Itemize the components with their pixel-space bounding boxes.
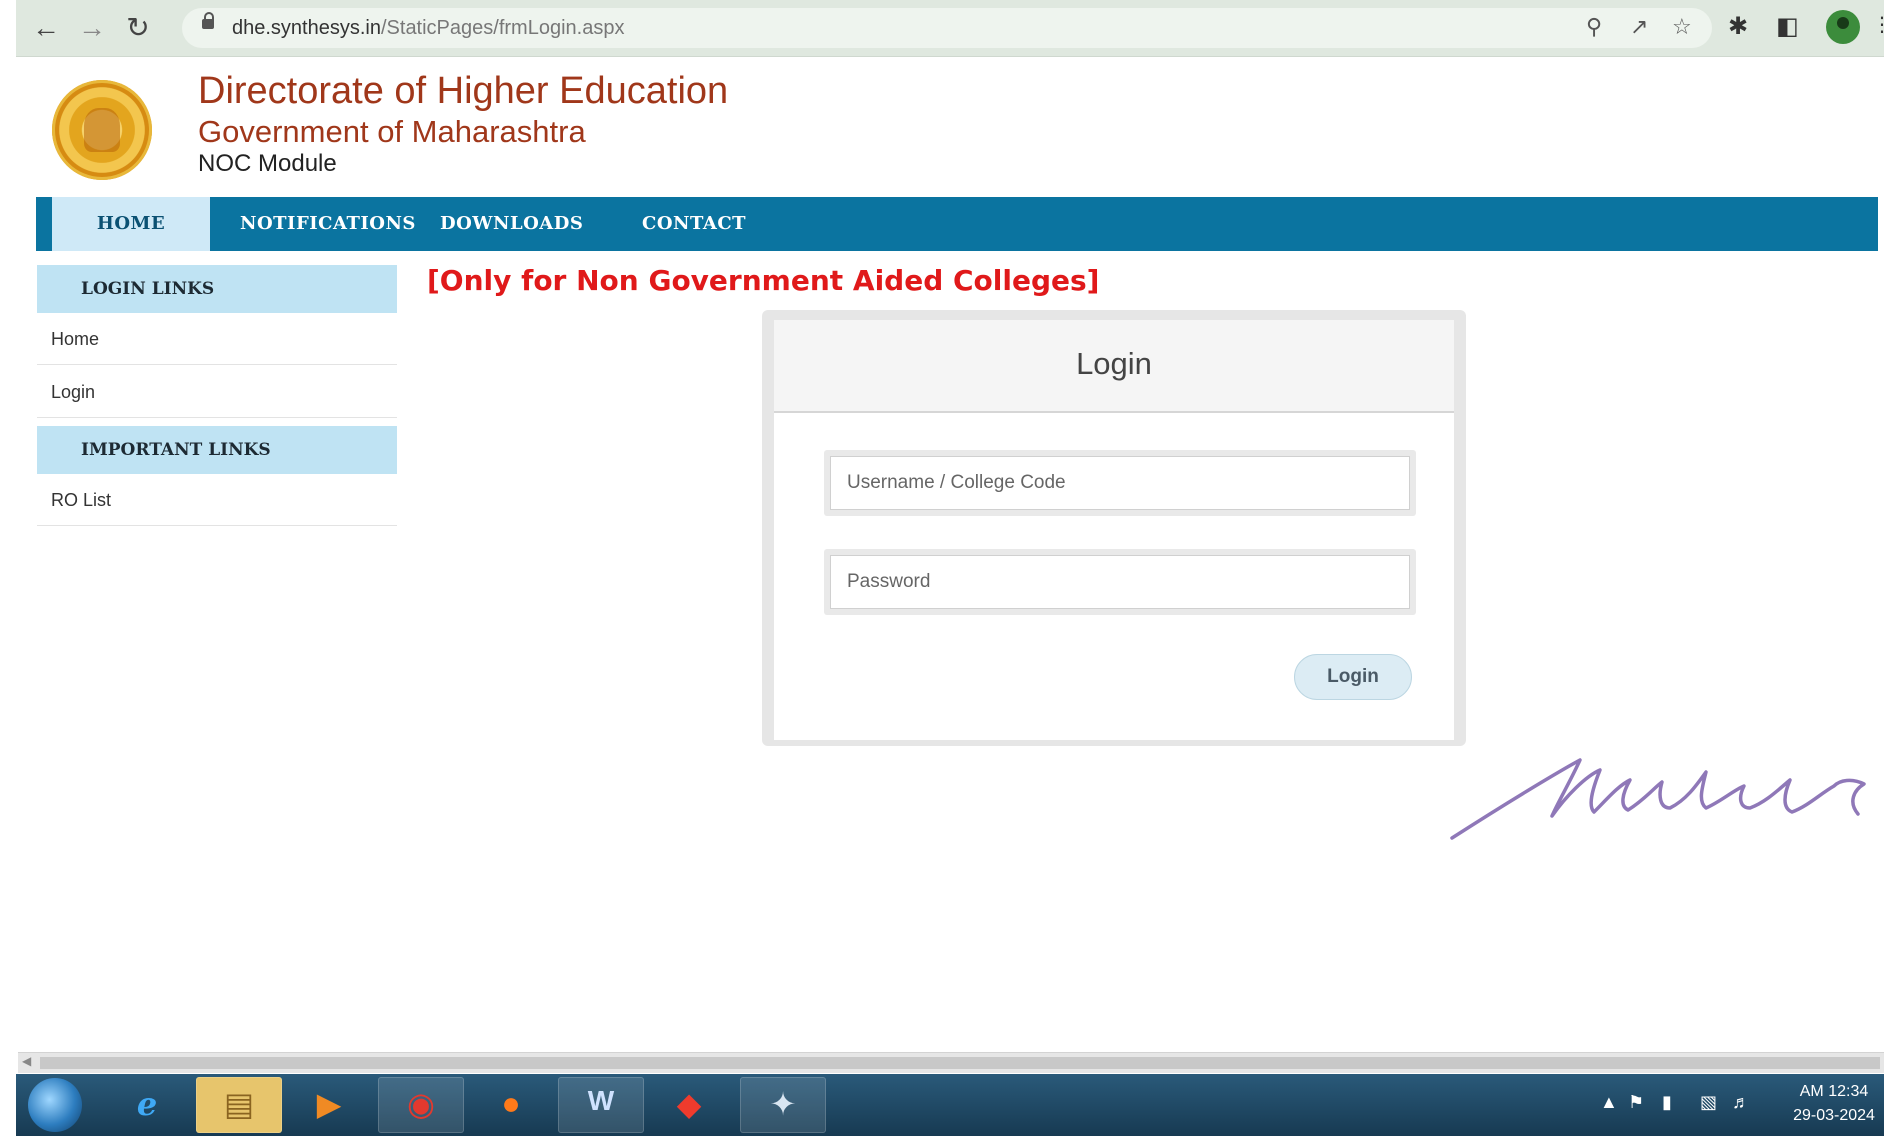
sidebar-link-home[interactable]: Home — [37, 313, 397, 365]
sidebar-link-login[interactable]: Login — [37, 366, 397, 418]
side-panel-icon[interactable]: ◧ — [1776, 12, 1799, 41]
volume-icon[interactable]: ♬ — [1732, 1092, 1750, 1113]
system-clock[interactable]: AM 12:34 29-03-2024 — [1788, 1080, 1880, 1128]
module-name: NOC Module — [198, 150, 337, 177]
important-links-heading: IMPORTANT LINKS — [37, 426, 397, 474]
scroll-left-arrow-icon[interactable]: ◀ — [22, 1054, 31, 1068]
login-links-heading: LOGIN LINKS — [37, 265, 397, 313]
site-title: Directorate of Higher Education — [198, 70, 729, 112]
site-subtitle: Government of Maharashtra — [198, 114, 586, 149]
username-field-wrap — [824, 450, 1416, 516]
media-player-icon[interactable]: ▶ — [286, 1077, 372, 1133]
nav-notifications[interactable]: NOTIFICATIONS — [240, 197, 416, 251]
star-icon[interactable]: ☆ — [1672, 14, 1692, 40]
anydesk-icon[interactable]: ◆ — [646, 1077, 732, 1133]
file-explorer-icon[interactable]: ▤ — [196, 1077, 282, 1133]
key-icon[interactable]: ⚲ — [1586, 14, 1602, 40]
menu-kebab-icon[interactable]: ⋮ — [1872, 12, 1884, 37]
battery-icon[interactable]: ▮ — [1662, 1092, 1672, 1113]
main-nav: HOME NOTIFICATIONS DOWNLOADS CONTACT — [36, 197, 1878, 251]
firefox-icon[interactable]: ● — [468, 1077, 554, 1133]
password-input[interactable] — [830, 555, 1410, 609]
username-input[interactable] — [830, 456, 1410, 510]
notice-text: [Only for Non Government Aided Colleges] — [427, 264, 1100, 297]
nav-home[interactable]: HOME — [52, 197, 210, 251]
extensions-puzzle-icon[interactable]: ✱ — [1728, 12, 1748, 41]
nav-contact[interactable]: CONTACT — [642, 197, 746, 251]
chrome-icon[interactable]: ◉ — [378, 1077, 464, 1133]
maharashtra-seal-logo — [52, 80, 152, 180]
profile-avatar[interactable] — [1826, 10, 1860, 44]
back-arrow-icon[interactable]: ← — [28, 10, 64, 46]
forward-arrow-icon[interactable]: → — [74, 10, 110, 46]
login-header: Login — [774, 320, 1454, 413]
paint-icon[interactable]: ✦ — [740, 1077, 826, 1133]
lock-icon — [202, 12, 214, 29]
tray-expand-icon[interactable]: ▲ — [1600, 1092, 1618, 1113]
horizontal-scrollbar[interactable]: ◀ — [18, 1052, 1884, 1073]
scrollbar-thumb[interactable] — [40, 1057, 1880, 1069]
windows-taskbar: e ▤ ▶ ◉ ● W ◆ ✦ ▲ ⚑ ▮ ▧ ♬ AM 12:34 29-03… — [16, 1074, 1884, 1136]
address-bar[interactable]: dhe.synthesys.in/StaticPages/frmLogin.as… — [182, 8, 1712, 48]
reload-icon[interactable]: ↻ — [120, 10, 156, 46]
password-field-wrap — [824, 549, 1416, 615]
internet-explorer-icon[interactable]: e — [104, 1077, 190, 1133]
browser-toolbar: ← → ↻ dhe.synthesys.in/StaticPages/frmLo… — [16, 0, 1884, 57]
nav-downloads[interactable]: DOWNLOADS — [440, 197, 583, 251]
share-icon[interactable]: ↗ — [1630, 14, 1648, 40]
login-panel: Login Login — [762, 310, 1466, 746]
handwritten-signature — [1450, 758, 1866, 840]
url-text: dhe.synthesys.in/StaticPages/frmLogin.as… — [232, 17, 625, 39]
sidebar-link-ro-list[interactable]: RO List — [37, 474, 397, 526]
login-button[interactable]: Login — [1294, 654, 1412, 700]
login-form: Login Login — [774, 320, 1454, 740]
network-signal-icon[interactable]: ▧ — [1700, 1092, 1717, 1113]
word-icon[interactable]: W — [558, 1077, 644, 1133]
action-center-flag-icon[interactable]: ⚑ — [1628, 1092, 1644, 1113]
clock-time: AM 12:34 — [1799, 1083, 1869, 1100]
clock-date: 29-03-2024 — [1793, 1107, 1875, 1124]
start-button[interactable] — [28, 1078, 82, 1132]
login-title: Login — [1076, 346, 1152, 381]
